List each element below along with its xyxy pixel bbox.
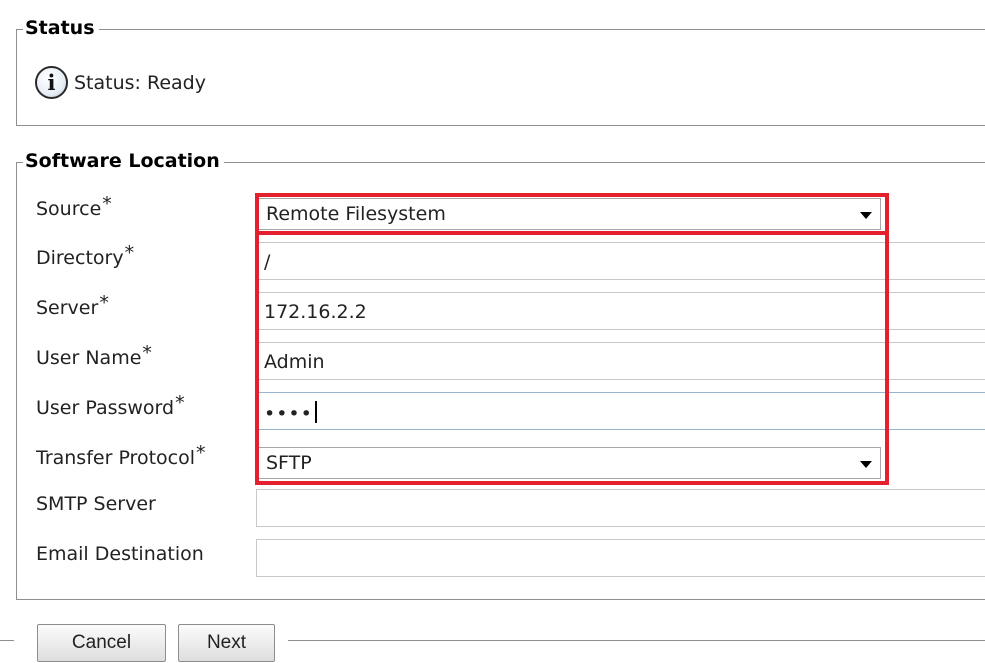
required-marker: * [102,193,112,215]
required-marker: * [99,292,109,314]
status-section: Status i Status: Ready [16,14,985,126]
smtp-server-label: SMTP Server [36,493,156,515]
server-value: 172.16.2.2 [264,301,367,323]
info-icon: i [35,66,68,99]
transfer-protocol-select[interactable]: SFTP [258,447,881,479]
email-destination-input[interactable] [256,539,985,577]
server-input[interactable]: 172.16.2.2 [256,292,985,330]
software-location-legend: Software Location [23,147,224,175]
required-marker: * [175,392,185,414]
user-password-label: User Password* [36,392,185,419]
text-cursor [314,401,317,423]
status-legend: Status [23,14,99,42]
required-marker: * [196,442,206,464]
status-row: i Status: Ready [35,66,206,99]
user-name-input[interactable]: Admin [256,342,985,380]
user-name-value: Admin [264,351,325,373]
chevron-down-icon[interactable] [860,461,872,468]
cancel-button[interactable]: Cancel [37,624,166,662]
directory-label: Directory* [36,242,135,269]
source-select-value: Remote Filesystem [266,203,446,225]
footer-divider [288,640,985,641]
directory-input[interactable]: / [256,242,985,280]
status-text: Status: Ready [74,71,206,94]
server-label: Server* [36,292,109,319]
footer-divider [0,640,14,641]
source-label: Source* [36,193,112,220]
next-button[interactable]: Next [178,624,275,662]
transfer-protocol-select-value: SFTP [266,452,312,474]
user-name-label: User Name* [36,342,152,369]
smtp-server-input[interactable] [256,489,985,527]
chevron-down-icon[interactable] [860,212,872,219]
required-marker: * [142,342,152,364]
transfer-protocol-label: Transfer Protocol* [36,442,206,469]
source-select[interactable]: Remote Filesystem [258,198,881,230]
directory-value: / [264,251,271,273]
email-destination-label: Email Destination [36,543,204,565]
user-password-value: •••• [264,403,313,425]
required-marker: * [124,242,135,264]
user-password-input[interactable]: •••• [256,392,985,430]
